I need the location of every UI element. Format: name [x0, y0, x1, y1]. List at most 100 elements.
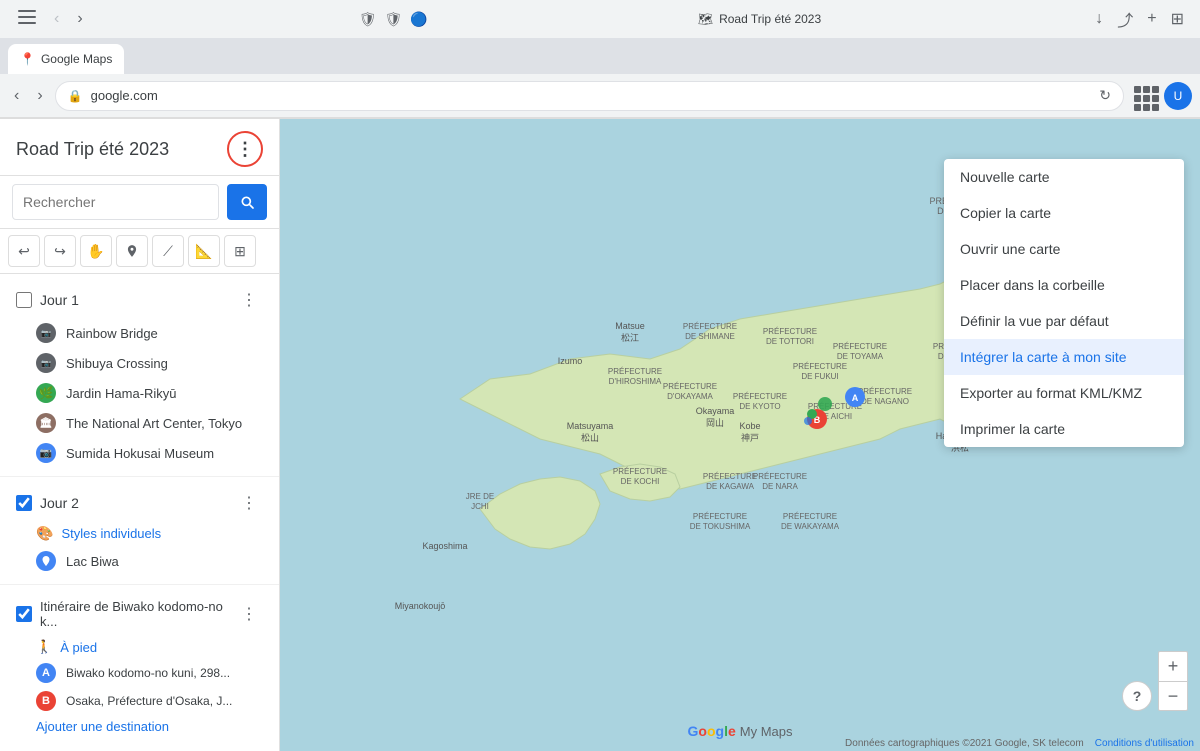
layer-jour2-more-btn[interactable]: ⋮: [235, 491, 263, 515]
sidebar-search-area: [0, 176, 279, 229]
map-zoom-controls: + −: [1158, 651, 1188, 711]
zoom-in-btn[interactable]: +: [1158, 651, 1188, 681]
extension-icon: 🔵: [410, 11, 427, 28]
layer-jour1-checkbox[interactable]: [16, 292, 32, 308]
svg-text:D'HIROSHIMA: D'HIROSHIMA: [609, 377, 662, 386]
more-options-btn[interactable]: ⋮: [227, 131, 263, 167]
layer-jour1-header[interactable]: Jour 1 ⋮: [0, 282, 279, 318]
layer-itineraire-more-btn[interactable]: ⋮: [235, 602, 263, 626]
tab-maps-title: Google Maps: [41, 52, 112, 66]
layer-jour1-more-btn[interactable]: ⋮: [235, 288, 263, 312]
layer-jour2-name: Jour 2: [40, 495, 227, 511]
browser-chrome: ‹ › 🛡 🛡 🔵 🗺 Road Trip été 2023 ↓ ⤴ + ⊞ 📍…: [0, 0, 1200, 119]
hama-rikyu-icon: 🌿: [36, 383, 56, 403]
svg-text:Matsue: Matsue: [615, 321, 645, 331]
route-stop-a[interactable]: A Biwako kodomo-no kuni, 298...: [0, 659, 279, 687]
svg-text:神戸: 神戸: [741, 432, 759, 443]
hama-rikyu-label: Jardin Hama-Rikyū: [66, 386, 177, 401]
svg-text:PRÉFECTURE: PRÉFECTURE: [608, 367, 662, 376]
address-bar[interactable]: 🔒 google.com ↻: [55, 81, 1124, 111]
stop-b-label: Osaka, Préfecture d'Osaka, J...: [66, 694, 232, 708]
layer-itineraire-checkbox[interactable]: [16, 606, 32, 622]
tool-undo-btn[interactable]: ↩: [8, 235, 40, 267]
forward-btn[interactable]: ›: [71, 6, 88, 32]
tool-hand-btn[interactable]: ✋: [80, 235, 112, 267]
svg-text:DE SHIMANE: DE SHIMANE: [685, 332, 735, 341]
layer-jour1-name: Jour 1: [40, 292, 227, 308]
list-item[interactable]: 🌿 Jardin Hama-Rikyū: [0, 378, 279, 408]
toolbar-back-btn[interactable]: ‹: [8, 83, 25, 109]
tab2-favicon: 🗺: [698, 12, 713, 26]
list-item[interactable]: 📷 Shibuya Crossing: [0, 348, 279, 378]
layer-jour2-checkbox[interactable]: [16, 495, 32, 511]
layer-jour2-header[interactable]: Jour 2 ⋮: [0, 485, 279, 521]
layer-itineraire-header[interactable]: Itinéraire de Biwako kodomo-no k... ⋮: [0, 593, 279, 635]
list-item[interactable]: Lac Biwa: [0, 546, 279, 576]
zoom-out-btn[interactable]: −: [1158, 681, 1188, 711]
svg-text:Izumo: Izumo: [558, 356, 583, 366]
shield2-icon: 🛡: [385, 11, 403, 28]
route-mode-item[interactable]: 🚶 À pied: [0, 635, 279, 659]
shibuya-icon: 📷: [36, 353, 56, 373]
new-tab-btn[interactable]: +: [1143, 6, 1160, 32]
sidebar-toggle-btn[interactable]: [12, 6, 42, 33]
svg-text:DE TOKUSHIMA: DE TOKUSHIMA: [690, 522, 751, 531]
sumida-icon: 📷: [36, 443, 56, 463]
svg-text:Miyanokoujō: Miyanokoujō: [395, 601, 446, 611]
toolbar-forward-btn[interactable]: ›: [31, 83, 48, 109]
browser-tabs-bar: 📍 Google Maps: [0, 38, 1200, 74]
svg-text:岡山: 岡山: [706, 418, 724, 428]
browser-titlebar: ‹ › 🛡 🛡 🔵 🗺 Road Trip été 2023 ↓ ⤴ + ⊞: [0, 0, 1200, 38]
svg-text:DE WAKAYAMA: DE WAKAYAMA: [781, 522, 840, 531]
list-item[interactable]: 📷 Sumida Hokusai Museum: [0, 438, 279, 468]
tool-marker-btn[interactable]: [116, 235, 148, 267]
svg-text:D'OKAYAMA: D'OKAYAMA: [667, 392, 713, 401]
svg-text:DE KOCHI: DE KOCHI: [621, 477, 660, 486]
stop-a-label: Biwako kodomo-no kuni, 298...: [66, 666, 230, 680]
svg-text:PRÉFECTURE: PRÉFECTURE: [703, 472, 757, 481]
tool-measure-btn[interactable]: 📐: [188, 235, 220, 267]
map-watermark: Google My Maps: [688, 723, 793, 739]
tool-redo-btn[interactable]: ↪: [44, 235, 76, 267]
help-btn[interactable]: ?: [1122, 681, 1152, 711]
search-button[interactable]: [227, 184, 267, 220]
national-art-icon: 🏛: [36, 413, 56, 433]
google-apps-btn[interactable]: [1130, 82, 1158, 110]
tab-google-maps[interactable]: 📍 Google Maps: [8, 44, 124, 74]
lock-icon: 🔒: [68, 89, 83, 103]
svg-text:DE NAGANO: DE NAGANO: [861, 397, 909, 406]
reload-icon: ↻: [1099, 87, 1111, 104]
browser-right-controls: ↓ ⤴ + ⊞: [1091, 3, 1188, 35]
svg-text:Kagoshima: Kagoshima: [422, 541, 467, 551]
grid-btn[interactable]: ⊞: [1167, 5, 1188, 33]
svg-text:PRÉFECTURE: PRÉFECTURE: [763, 327, 817, 336]
sidebar: Road Trip été 2023 ⋮ Nouvelle carte Copi…: [0, 119, 280, 751]
browser-toolbar: ‹ › 🔒 google.com ↻ U: [0, 74, 1200, 118]
lac-biwa-icon: [36, 551, 56, 571]
walk-label: À pied: [60, 640, 97, 655]
list-item[interactable]: 📷 Rainbow Bridge: [0, 318, 279, 348]
svg-text:DE FUKUI: DE FUKUI: [801, 372, 838, 381]
national-art-label: The National Art Center, Tokyo: [66, 416, 242, 431]
route-stop-b[interactable]: B Osaka, Préfecture d'Osaka, J...: [0, 687, 279, 715]
share-btn[interactable]: ⤴: [1113, 3, 1137, 35]
rainbow-bridge-icon: 📷: [36, 323, 56, 343]
search-input[interactable]: [12, 184, 219, 220]
my-maps-text: My Maps: [740, 724, 793, 739]
list-item[interactable]: 🏛 The National Art Center, Tokyo: [0, 408, 279, 438]
privacy-shield-icon: 🛡: [359, 11, 377, 28]
account-avatar[interactable]: U: [1164, 82, 1192, 110]
add-destination-link[interactable]: Ajouter une destination: [0, 715, 279, 738]
avatar-initials: U: [1174, 89, 1183, 103]
back-btn[interactable]: ‹: [48, 6, 65, 32]
svg-text:PRÉFECTURE: PRÉFECTURE: [833, 342, 887, 351]
tab-maps-favicon: 📍: [20, 52, 35, 66]
google-logo: Google: [688, 723, 736, 739]
browser-controls: ‹ ›: [12, 6, 89, 33]
terms-link[interactable]: Conditions d'utilisation: [1095, 738, 1194, 749]
download-btn[interactable]: ↓: [1091, 6, 1107, 32]
tool-directions-btn[interactable]: ⊞: [224, 235, 256, 267]
svg-text:A: A: [852, 393, 859, 403]
tool-line-btn[interactable]: ⟋: [152, 235, 184, 267]
styles-individuels-item[interactable]: 🎨 Styles individuels: [0, 521, 279, 546]
